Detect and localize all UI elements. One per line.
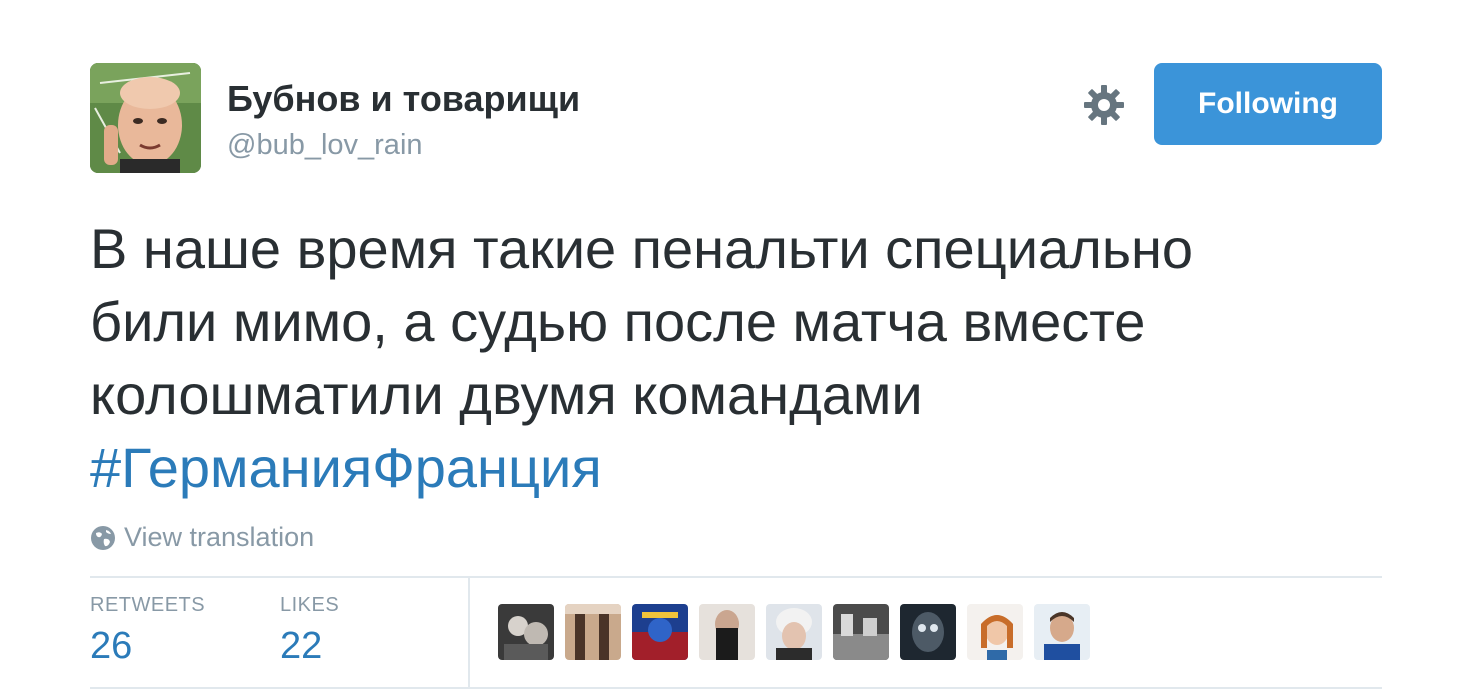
tweet-card: Бубнов и товарищи @bub_lov_rain Followin… bbox=[0, 0, 1460, 691]
gear-icon[interactable] bbox=[1082, 83, 1126, 127]
retweets-label: RETWEETS bbox=[90, 594, 206, 616]
liker-avatar[interactable] bbox=[766, 604, 822, 660]
stats-separator bbox=[468, 578, 470, 687]
liker-avatar[interactable] bbox=[900, 604, 956, 660]
divider bbox=[90, 576, 1382, 578]
avatar[interactable] bbox=[90, 63, 201, 173]
tweet-text-line: колошматили двумя командами bbox=[90, 363, 923, 426]
liker-avatar[interactable] bbox=[632, 604, 688, 660]
likes-stat[interactable]: LIKES 22 bbox=[280, 594, 339, 668]
liker-avatar[interactable] bbox=[699, 604, 755, 660]
liker-avatar[interactable] bbox=[498, 604, 554, 660]
liker-avatar[interactable] bbox=[1034, 604, 1090, 660]
likes-label: LIKES bbox=[280, 594, 340, 616]
display-name[interactable]: Бубнов и товарищи bbox=[227, 78, 580, 120]
globe-icon bbox=[90, 525, 116, 551]
divider bbox=[90, 687, 1382, 689]
tweet-text-line: В наше время такие пенальти специально bbox=[90, 217, 1194, 280]
following-button[interactable]: Following bbox=[1154, 63, 1382, 145]
liker-avatar[interactable] bbox=[967, 604, 1023, 660]
tweet-text-line: били мимо, а судью после матча вместе bbox=[90, 290, 1146, 353]
retweets-count: 26 bbox=[90, 625, 133, 667]
view-translation-label: View translation bbox=[124, 522, 315, 552]
tweet-text: В наше время такие пенальти специально б… bbox=[90, 212, 1390, 504]
hashtag-link[interactable]: #ГерманияФранция bbox=[90, 436, 602, 499]
user-handle[interactable]: @bub_lov_rain bbox=[227, 129, 423, 162]
retweets-stat[interactable]: RETWEETS 26 bbox=[90, 594, 205, 668]
liker-avatar[interactable] bbox=[833, 604, 889, 660]
liker-avatar[interactable] bbox=[565, 604, 621, 660]
view-translation-link[interactable]: View translation bbox=[90, 522, 314, 553]
likers-avatars bbox=[498, 604, 1090, 660]
likes-count: 22 bbox=[280, 625, 323, 667]
